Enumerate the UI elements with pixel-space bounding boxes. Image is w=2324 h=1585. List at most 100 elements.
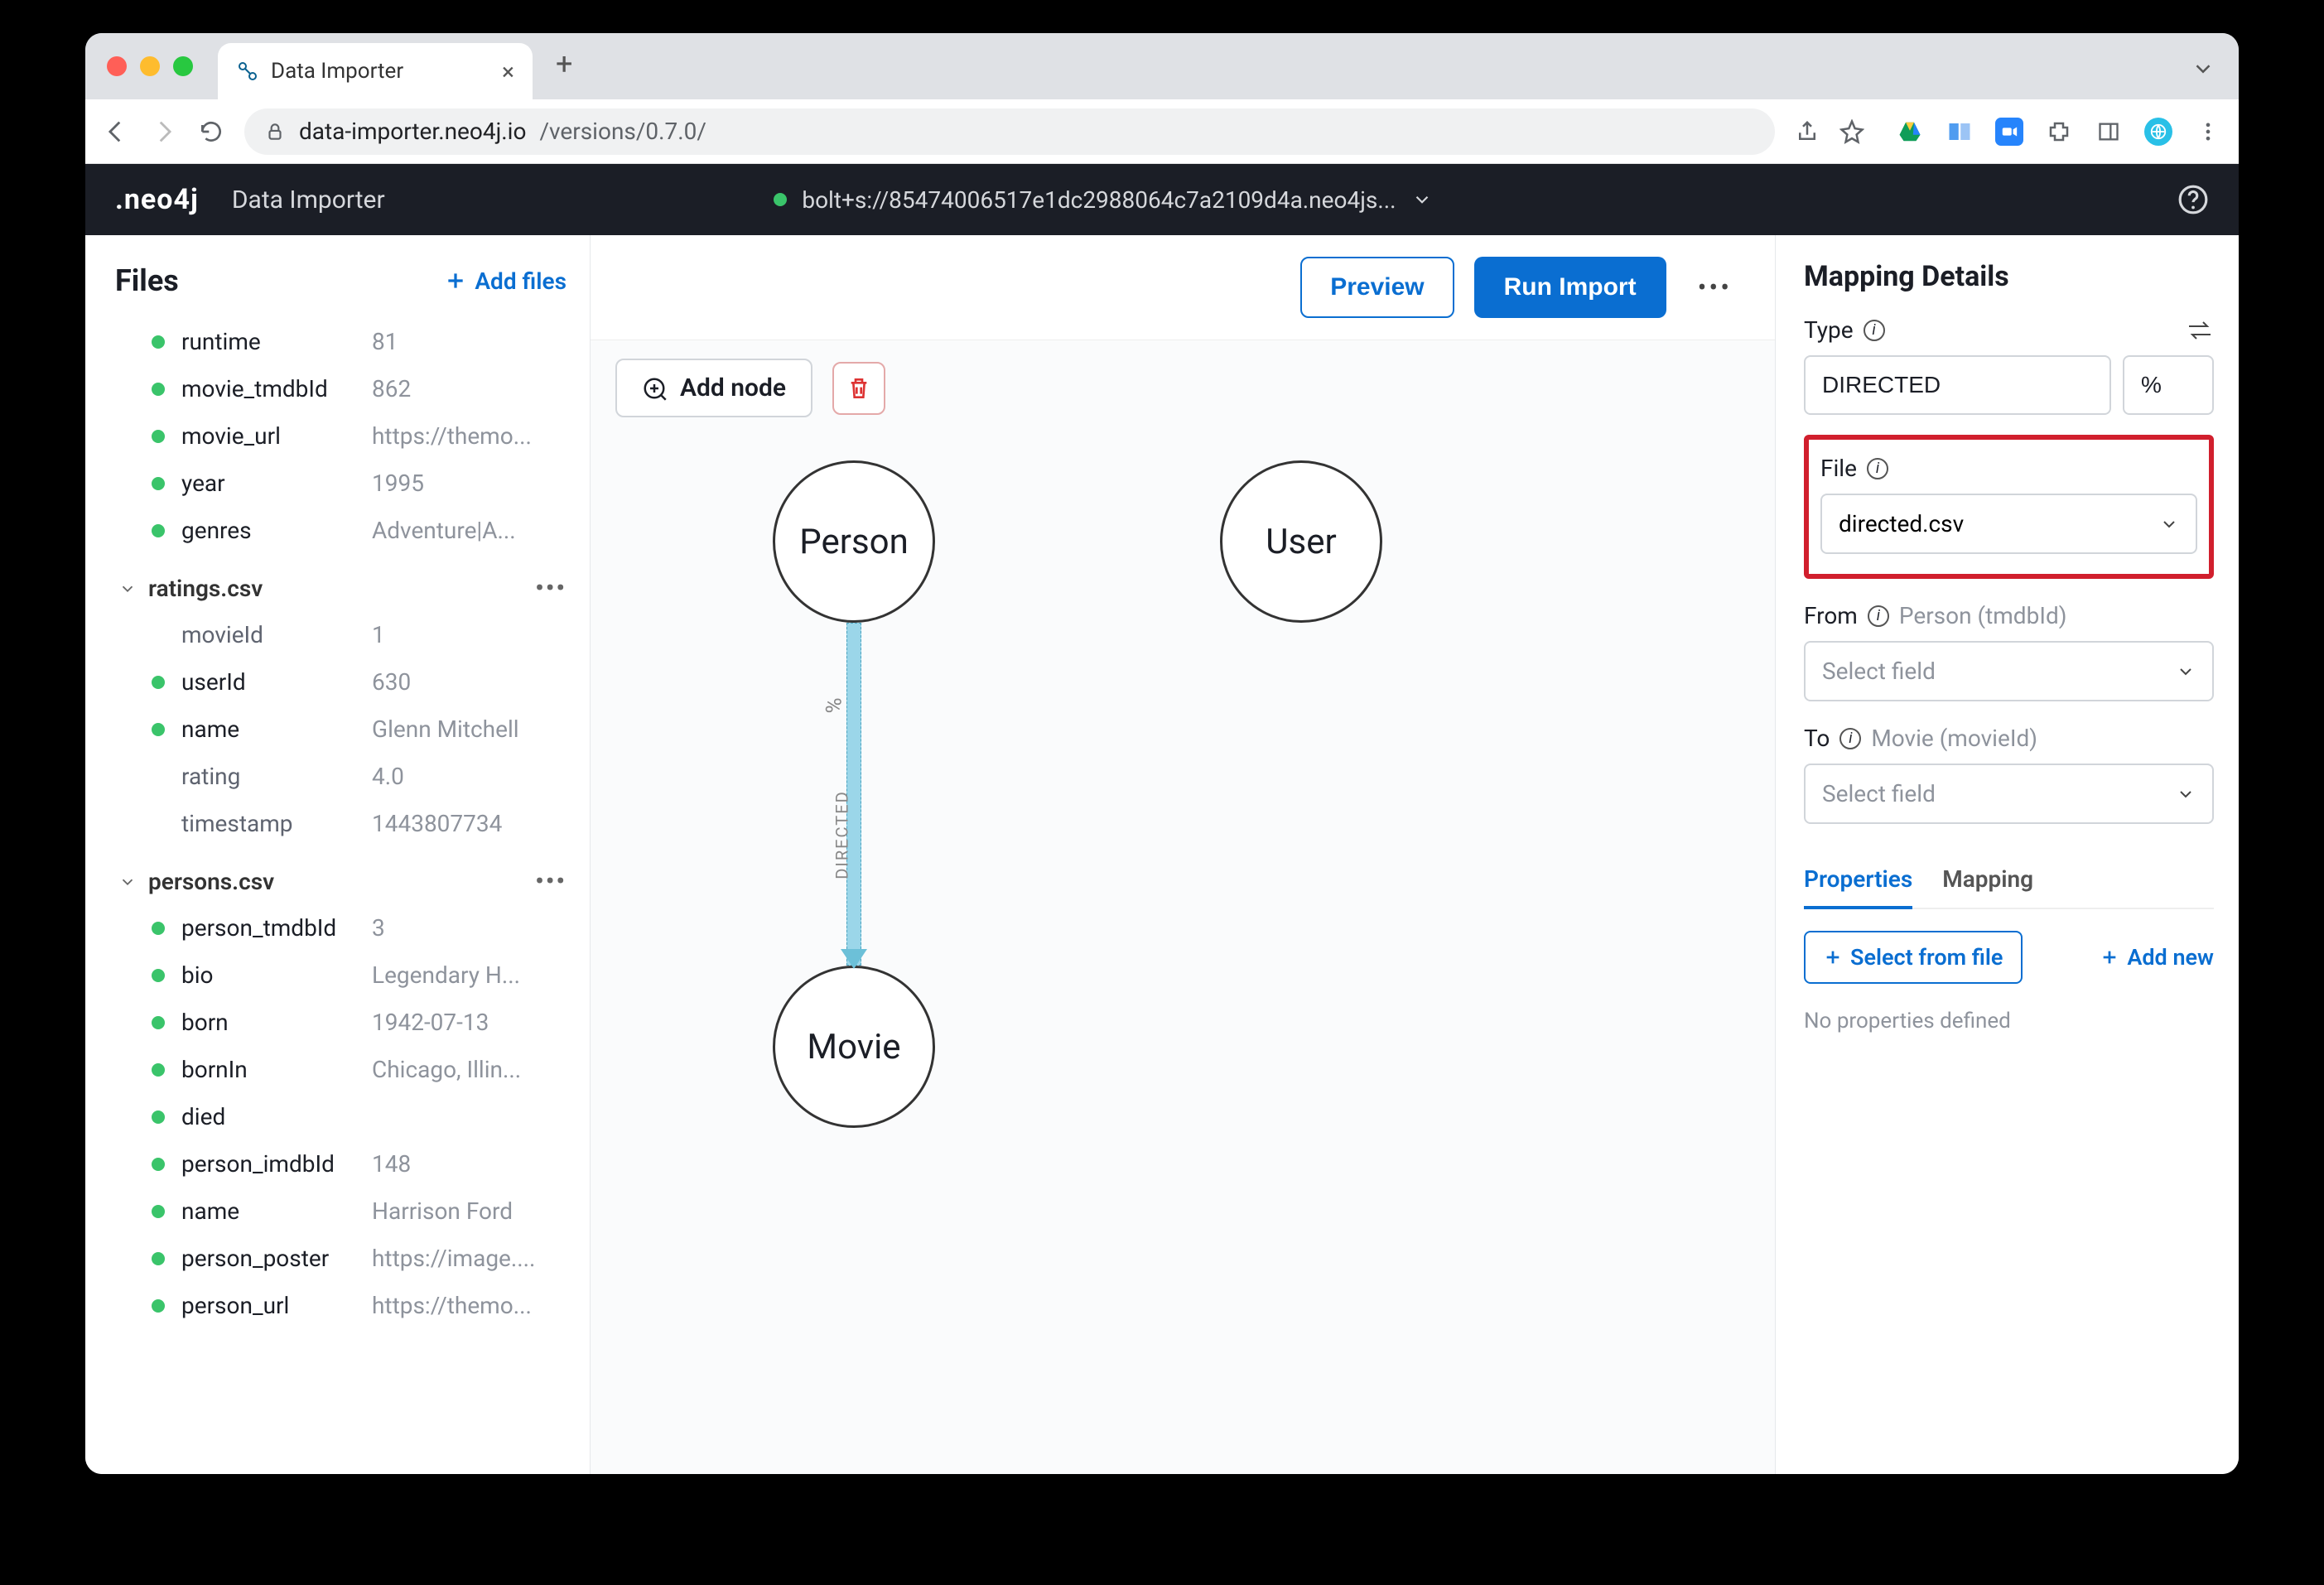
graph-canvas[interactable]: Person User Movie DIRECTED % — [591, 436, 1775, 1474]
field-row[interactable]: born1942-07-13 — [115, 999, 573, 1046]
field-row[interactable]: person_tmdbId3 — [115, 904, 573, 951]
preview-button[interactable]: Preview — [1300, 257, 1454, 318]
add-files-button[interactable]: Add files — [445, 267, 567, 295]
from-field-select[interactable]: Select field — [1804, 641, 2214, 701]
browser-tab-bar: Data Importer × + — [85, 33, 2239, 99]
info-icon[interactable]: i — [1868, 605, 1889, 627]
info-icon[interactable]: i — [1839, 728, 1861, 749]
nav-reload-icon[interactable] — [198, 118, 224, 145]
file-select[interactable]: directed.csv — [1820, 494, 2197, 554]
tab-overflow-icon[interactable] — [2191, 56, 2216, 81]
field-row[interactable]: person_urlhttps://themo... — [115, 1282, 573, 1329]
node-user[interactable]: User — [1220, 460, 1382, 623]
tab-close-icon[interactable]: × — [502, 58, 514, 85]
field-row[interactable]: movie_tmdbId862 — [115, 365, 573, 412]
add-new-button[interactable]: Add new — [2100, 944, 2214, 971]
bookmark-icon[interactable] — [1839, 119, 1864, 144]
file-group-more-icon[interactable]: ••• — [535, 574, 567, 603]
field-name: movie_url — [181, 422, 372, 450]
mapped-dot-icon — [152, 770, 165, 783]
files-sidebar: Files Add files runtime81movie_tmdbId862… — [85, 235, 591, 1474]
field-row[interactable]: rating4.0 — [115, 753, 573, 800]
field-row[interactable]: bornInChicago, Illin... — [115, 1046, 573, 1093]
chevron-down-icon — [2176, 662, 2196, 682]
field-value: 1 — [372, 621, 385, 648]
chevron-down-icon — [2159, 514, 2179, 534]
field-row[interactable]: movie_urlhttps://themo... — [115, 412, 573, 460]
field-name: bornIn — [181, 1056, 372, 1083]
type-pct-input[interactable] — [2123, 355, 2214, 415]
ext-zoom-icon[interactable] — [1995, 118, 2023, 146]
traffic-lights — [107, 56, 193, 76]
field-row[interactable]: nameGlenn Mitchell — [115, 706, 573, 753]
from-placeholder: Select field — [1822, 658, 1936, 685]
swap-direction-icon[interactable] — [2186, 320, 2214, 341]
ext-drive-icon[interactable] — [1896, 118, 1924, 146]
node-movie[interactable]: Movie — [773, 966, 935, 1128]
connection-selector[interactable]: bolt+s://85474006517e1dc2988064c7a2109d4… — [774, 186, 1432, 214]
field-value: 4.0 — [372, 763, 404, 790]
file-group-more-icon[interactable]: ••• — [535, 867, 567, 896]
info-icon[interactable]: i — [1864, 320, 1885, 341]
ext-panel-icon[interactable] — [2095, 118, 2123, 146]
field-value: 81 — [372, 328, 398, 355]
mapped-dot-icon — [152, 969, 165, 982]
field-row[interactable]: userId630 — [115, 658, 573, 706]
file-group-header[interactable]: ratings.csv••• — [115, 554, 573, 611]
run-import-button[interactable]: Run Import — [1474, 257, 1666, 318]
ext-puzzle-icon[interactable] — [2045, 118, 2073, 146]
mapped-dot-icon — [152, 477, 165, 490]
select-from-file-label: Select from file — [1850, 944, 2003, 971]
window-maximize[interactable] — [173, 56, 193, 76]
window-close[interactable] — [107, 56, 127, 76]
node-person[interactable]: Person — [773, 460, 935, 623]
field-row[interactable]: nameHarrison Ford — [115, 1188, 573, 1235]
type-input[interactable] — [1804, 355, 2111, 415]
to-field-select[interactable]: Select field — [1804, 764, 2214, 824]
chevron-down-icon[interactable] — [118, 580, 137, 598]
tab-favicon-icon — [236, 60, 259, 83]
field-row[interactable]: movieId1 — [115, 611, 573, 658]
details-panel: Mapping Details Type i File i directed.c… — [1775, 235, 2239, 1474]
field-name: person_url — [181, 1292, 372, 1319]
nav-back-icon[interactable] — [102, 118, 130, 146]
file-group-name: persons.csv — [148, 868, 274, 895]
connection-url: bolt+s://85474006517e1dc2988064c7a2109d4… — [802, 186, 1396, 214]
field-row[interactable]: person_posterhttps://image.... — [115, 1235, 573, 1282]
field-row[interactable]: person_imdbId148 — [115, 1140, 573, 1188]
add-node-button[interactable]: Add node — [615, 359, 812, 417]
field-value: https://image.... — [372, 1245, 535, 1272]
field-row[interactable]: bioLegendary H... — [115, 951, 573, 999]
help-icon[interactable] — [2177, 184, 2209, 215]
field-row[interactable]: year1995 — [115, 460, 573, 507]
nav-forward-icon[interactable] — [150, 118, 178, 146]
new-tab-button[interactable]: + — [544, 41, 584, 86]
tab-mapping[interactable]: Mapping — [1942, 852, 2033, 908]
ext-profile-icon[interactable] — [2144, 118, 2172, 146]
to-label: To — [1804, 725, 1830, 752]
app-title: Data Importer — [232, 185, 385, 214]
window-minimize[interactable] — [140, 56, 160, 76]
field-row[interactable]: died — [115, 1093, 573, 1140]
field-name: timestamp — [181, 810, 372, 837]
url-input[interactable]: data-importer.neo4j.io/versions/0.7.0/ — [244, 108, 1775, 155]
info-icon[interactable]: i — [1867, 458, 1888, 479]
delete-button[interactable] — [832, 362, 885, 415]
file-list[interactable]: runtime81movie_tmdbId862movie_urlhttps:/… — [85, 311, 590, 1474]
field-row[interactable]: timestamp1443807734 — [115, 800, 573, 847]
tab-title: Data Importer — [271, 59, 403, 84]
chevron-down-icon[interactable] — [118, 873, 137, 891]
share-icon[interactable] — [1795, 119, 1820, 144]
browser-tab[interactable]: Data Importer × — [218, 43, 533, 99]
canvas-more-icon[interactable]: ••• — [1686, 272, 1743, 303]
field-row[interactable]: runtime81 — [115, 318, 573, 365]
select-from-file-button[interactable]: Select from file — [1804, 931, 2023, 984]
tab-properties[interactable]: Properties — [1804, 852, 1912, 909]
file-group-header[interactable]: persons.csv ••• — [115, 847, 573, 904]
field-row[interactable]: genresAdventure|A... — [115, 507, 573, 554]
to-placeholder: Select field — [1822, 780, 1936, 807]
browser-window: Data Importer × + data-importer.neo4j.io… — [85, 33, 2239, 1474]
ext-translate-icon[interactable] — [1946, 118, 1974, 146]
browser-menu-icon[interactable] — [2194, 118, 2222, 146]
field-value: 1942-07-13 — [372, 1009, 489, 1036]
